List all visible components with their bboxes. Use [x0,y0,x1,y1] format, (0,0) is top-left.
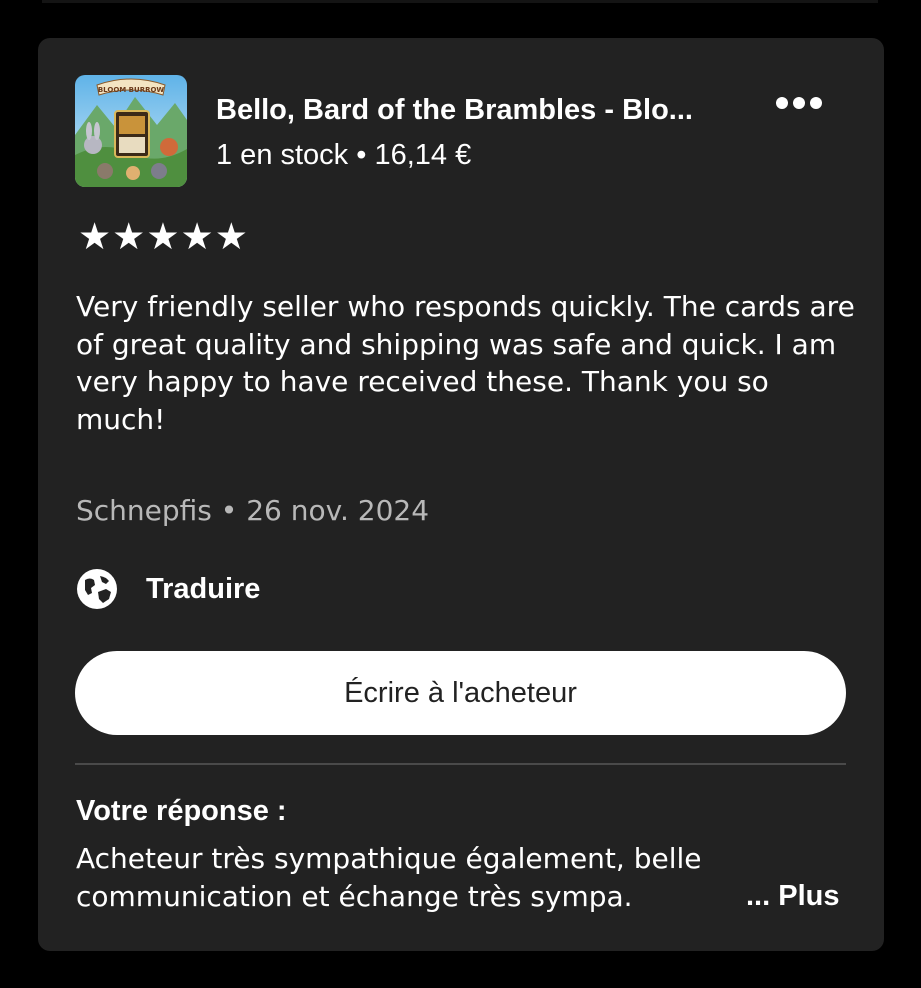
listing-thumbnail[interactable]: BLOOM BURROW [75,75,187,187]
translate-button[interactable]: Traduire [76,568,260,610]
star-icon: ★ [78,215,112,258]
review-card: BLOOM BURROW Bello, Bard of the Brambles… [38,38,884,951]
star-icon: ★ [146,215,180,258]
star-icon: ★ [112,215,146,258]
star-rating: ★ ★ ★ ★ ★ [78,218,248,256]
write-to-buyer-button[interactable]: Écrire à l'acheteur [75,651,846,735]
write-to-buyer-label: Écrire à l'acheteur [344,676,577,709]
review-meta: Schnepfis • 26 nov. 2024 [76,494,430,527]
top-edge-line [42,0,878,3]
card-art-image: BLOOM BURROW [75,75,187,187]
star-icon: ★ [180,215,214,258]
stock-and-price: 1 en stock • 16,14 € [216,139,472,171]
translate-label: Traduire [146,572,261,605]
show-more-link[interactable]: ... Plus [746,878,839,916]
reply-text: Acheteur très sympathique également, bel… [76,842,702,913]
more-horizontal-icon [776,97,788,109]
reply-title: Votre réponse : [76,795,287,827]
divider [75,763,846,765]
more-horizontal-icon-dot-3 [810,97,822,109]
listing-title[interactable]: Bello, Bard of the Brambles - Blo... [216,92,756,128]
star-icon: ★ [214,215,248,258]
thumbnail-banner: BLOOM BURROW [98,86,165,94]
globe-icon [77,569,117,609]
more-options-button[interactable] [766,86,832,120]
review-text: Very friendly seller who responds quickl… [76,290,855,436]
more-horizontal-icon-dot-2 [793,97,805,109]
